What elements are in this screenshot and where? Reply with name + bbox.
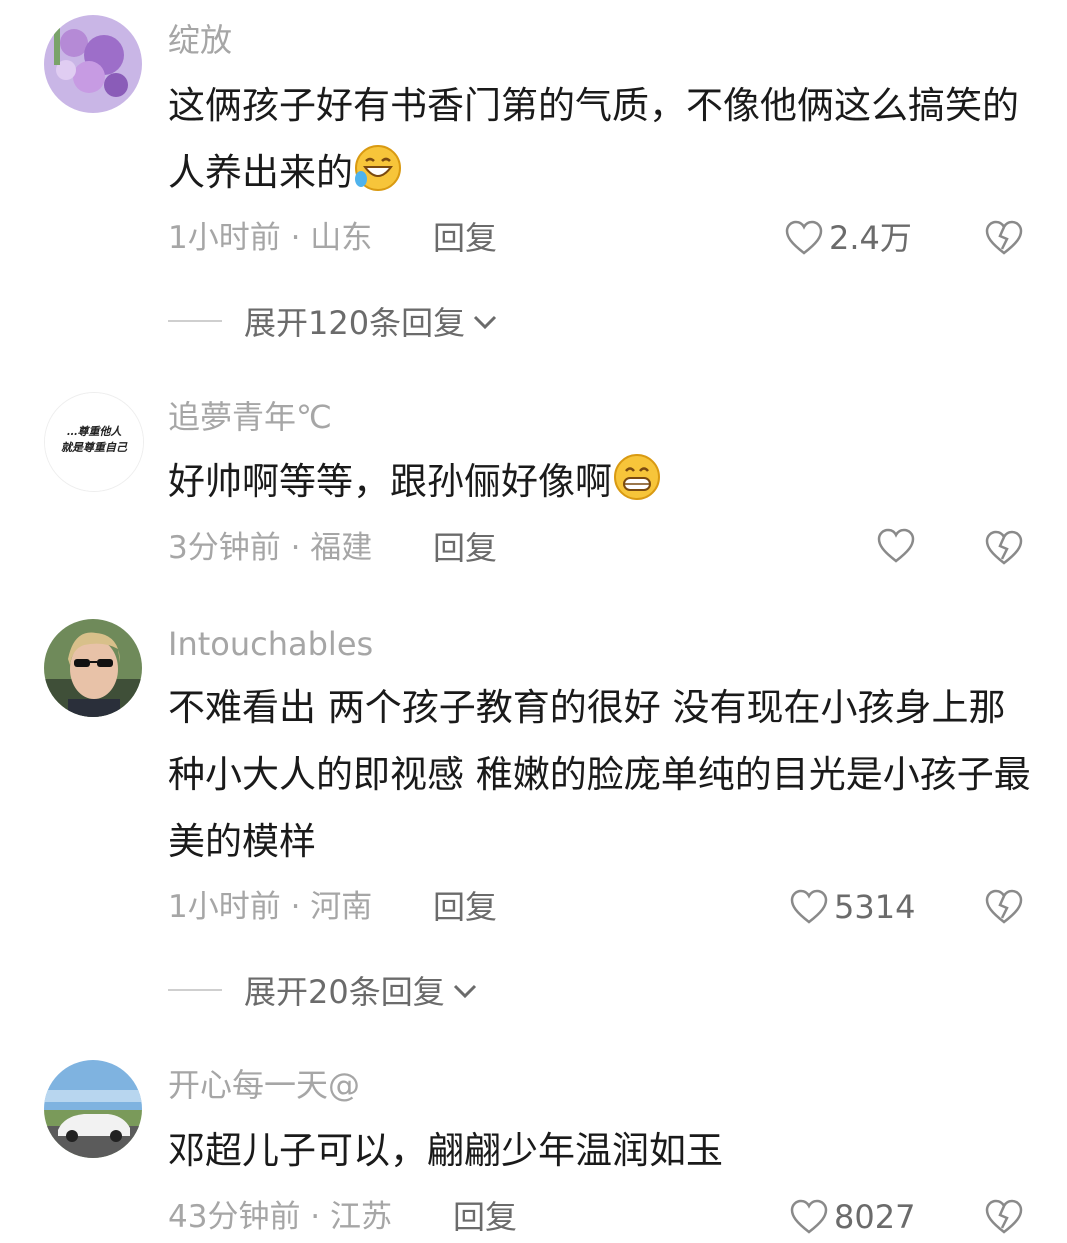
username[interactable]: 开心每一天@ bbox=[168, 1065, 360, 1105]
comment-meta: 3分钟前 · 福建 bbox=[168, 530, 373, 566]
comment-meta: 1小时前 · 山东 bbox=[168, 220, 373, 256]
dislike-button[interactable] bbox=[985, 889, 1023, 925]
grinning-emoji-icon bbox=[612, 452, 662, 502]
comment-meta: 1小时前 · 河南 bbox=[168, 889, 373, 925]
dislike-button[interactable] bbox=[985, 530, 1023, 566]
comment-meta: 43分钟前 · 江苏 bbox=[168, 1199, 393, 1235]
avatar-caption-line2: 就是尊重自己 bbox=[61, 441, 128, 454]
dislike-button[interactable] bbox=[985, 1199, 1023, 1235]
avatar[interactable]: …尊重他人 就是尊重自己 bbox=[44, 392, 144, 492]
heart-icon bbox=[785, 220, 823, 256]
comment-text-body: 这俩孩子好有书香门第的气质，不像他俩这么搞笑的人养出来的 bbox=[168, 84, 1019, 194]
chevron-down-icon bbox=[465, 302, 499, 340]
laughing-tears-emoji-icon bbox=[353, 143, 403, 193]
like-button[interactable]: 8027 bbox=[790, 1197, 915, 1237]
reply-button[interactable]: 回复 bbox=[453, 1197, 517, 1237]
comment-text-body: 好帅啊等等，跟孙俪好像啊 bbox=[168, 460, 612, 503]
comment-text: 好帅啊等等，跟孙俪好像啊 bbox=[168, 448, 1038, 515]
expand-replies-label: 展开120条回复 bbox=[244, 304, 466, 342]
reply-button[interactable]: 回复 bbox=[433, 887, 497, 927]
heart-icon bbox=[790, 889, 828, 925]
like-button[interactable]: 5314 bbox=[790, 887, 915, 927]
like-count: 2.4万 bbox=[829, 219, 912, 257]
dislike-button[interactable] bbox=[985, 220, 1023, 256]
expand-replies-button[interactable]: 展开20条回复 bbox=[168, 967, 479, 1013]
like-count: 8027 bbox=[834, 1198, 916, 1236]
broken-heart-icon bbox=[985, 530, 1023, 566]
avatar[interactable] bbox=[44, 15, 142, 113]
username[interactable]: 绽放 bbox=[168, 20, 232, 60]
username[interactable]: 追夢青年℃ bbox=[168, 397, 332, 437]
divider-line bbox=[168, 320, 222, 322]
like-button[interactable] bbox=[877, 528, 915, 564]
avatar[interactable] bbox=[44, 1060, 142, 1158]
broken-heart-icon bbox=[985, 220, 1023, 256]
divider-line bbox=[168, 989, 222, 991]
comment-text: 邓超儿子可以，翩翩少年温润如玉 bbox=[168, 1129, 723, 1172]
avatar-caption-line1: …尊重他人 bbox=[67, 425, 123, 438]
comment-text: 不难看出 两个孩子教育的很好 没有现在小孩身上那种小大人的即视感 稚嫩的脸庞单纯… bbox=[168, 686, 1031, 863]
expand-replies-button[interactable]: 展开120条回复 bbox=[168, 298, 499, 344]
broken-heart-icon bbox=[985, 889, 1023, 925]
chevron-down-icon bbox=[445, 971, 479, 1009]
avatar[interactable] bbox=[44, 619, 142, 717]
broken-heart-icon bbox=[985, 1199, 1023, 1235]
heart-icon bbox=[790, 1199, 828, 1235]
like-count: 5314 bbox=[834, 888, 916, 926]
expand-replies-label: 展开20条回复 bbox=[244, 973, 445, 1011]
like-button[interactable]: 2.4万 bbox=[785, 218, 912, 258]
comment-text: 这俩孩子好有书香门第的气质，不像他俩这么搞笑的人养出来的 bbox=[168, 72, 1038, 206]
reply-button[interactable]: 回复 bbox=[433, 218, 497, 258]
username[interactable]: Intouchables bbox=[168, 624, 373, 664]
reply-button[interactable]: 回复 bbox=[433, 528, 497, 568]
heart-icon bbox=[877, 528, 915, 564]
